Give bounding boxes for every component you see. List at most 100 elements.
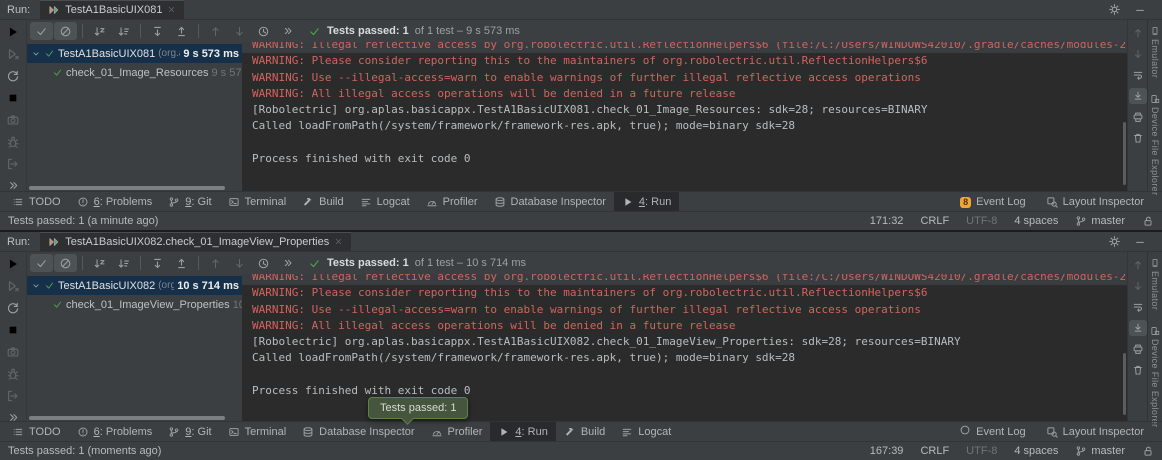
- file-encoding-widget[interactable]: UTF-8: [966, 445, 997, 457]
- console[interactable]: WARNING: Illegal reflective access by or…: [242, 42, 1127, 191]
- console-vertical-scrollbar[interactable]: [1123, 122, 1126, 185]
- sort-alphabetically-button[interactable]: [88, 254, 111, 272]
- rerun-failed-tests-button[interactable]: [6, 279, 20, 293]
- tool-window-tab-build[interactable]: Build: [556, 422, 613, 441]
- sort-alphabetically-button[interactable]: [88, 22, 111, 40]
- test-history-button[interactable]: [252, 254, 275, 272]
- git-branch-widget[interactable]: master: [1075, 215, 1125, 227]
- tool-window-tab-profiler[interactable]: Profiler: [418, 192, 486, 211]
- attach-debugger-button[interactable]: [6, 135, 20, 149]
- caret-position-widget[interactable]: 167:39: [870, 445, 904, 457]
- event-log-button[interactable]: 8 Event Log: [960, 196, 1026, 208]
- tool-window-tab-database-inspector[interactable]: Database Inspector: [486, 192, 614, 211]
- unlock-icon[interactable]: [1142, 445, 1154, 457]
- tool-window-tab-todo[interactable]: TODO: [4, 192, 69, 211]
- tool-window-tab-terminal[interactable]: Terminal: [220, 422, 295, 441]
- test-tree-row[interactable]: check_01_Image_Resources9 s 573 ms: [27, 63, 242, 82]
- screenshot-button[interactable]: [6, 113, 20, 127]
- layout-inspector-button[interactable]: Layout Inspector: [1046, 196, 1144, 208]
- prev-message-button[interactable]: [1129, 257, 1147, 273]
- tool-window-tab-todo[interactable]: TODO: [4, 422, 69, 441]
- tool-window-tab-9-git[interactable]: 9: Git: [160, 192, 219, 211]
- tool-window-tab-terminal[interactable]: Terminal: [220, 192, 295, 211]
- tool-window-tab-4-run[interactable]: 4: Run: [614, 192, 679, 211]
- previous-occurrence-button[interactable]: [204, 254, 227, 272]
- run-config-tab[interactable]: TestA1BasicUIX082.check_01_ImageView_Pro…: [40, 232, 351, 251]
- unlock-icon[interactable]: [1142, 215, 1154, 227]
- stripe-tab-emulator[interactable]: Emulator: [1150, 26, 1160, 78]
- scroll-to-end-button[interactable]: [1129, 320, 1147, 336]
- console-vertical-scrollbar[interactable]: [1123, 353, 1126, 415]
- soft-wrap-button[interactable]: [1129, 299, 1147, 315]
- print-button[interactable]: [1129, 341, 1147, 357]
- run-config-tab[interactable]: TestA1BasicUIX081: [40, 0, 184, 19]
- scroll-to-end-button[interactable]: [1129, 88, 1147, 104]
- close-tab-icon[interactable]: [334, 237, 343, 246]
- tool-window-tab-build[interactable]: Build: [294, 192, 351, 211]
- stripe-tab-device-file-explorer[interactable]: Device File Explorer: [1150, 326, 1160, 428]
- show-passed-button[interactable]: [30, 254, 53, 272]
- screenshot-button[interactable]: [6, 345, 20, 359]
- indent-widget[interactable]: 4 spaces: [1014, 445, 1058, 457]
- expand-all-button[interactable]: [146, 254, 169, 272]
- tool-window-tab-logcat[interactable]: Logcat: [613, 422, 679, 441]
- git-branch-widget[interactable]: master: [1075, 445, 1125, 457]
- exit-button[interactable]: [6, 157, 20, 171]
- collapse-all-button[interactable]: [170, 254, 193, 272]
- tool-window-tab-logcat[interactable]: Logcat: [352, 192, 418, 211]
- line-separator-widget[interactable]: CRLF: [920, 445, 949, 457]
- collapse-all-button[interactable]: [170, 22, 193, 40]
- caret-position-widget[interactable]: 171:32: [870, 215, 904, 227]
- next-message-button[interactable]: [1129, 46, 1147, 62]
- line-separator-widget[interactable]: CRLF: [920, 215, 949, 227]
- hide-window-icon[interactable]: [1134, 4, 1146, 16]
- show-passed-button[interactable]: [30, 22, 53, 40]
- stop-button[interactable]: [6, 91, 20, 105]
- clear-console-button[interactable]: [1129, 362, 1147, 378]
- hide-window-icon[interactable]: [1134, 236, 1146, 248]
- stripe-tab-emulator[interactable]: Emulator: [1150, 258, 1160, 310]
- expand-all-button[interactable]: [146, 22, 169, 40]
- toolbar-overflow-button[interactable]: [276, 254, 299, 272]
- layout-inspector-button[interactable]: Layout Inspector: [1046, 426, 1144, 438]
- toggle-auto-test-button[interactable]: [6, 69, 20, 83]
- next-occurrence-button[interactable]: [228, 254, 251, 272]
- tool-window-tab-4-run[interactable]: 4: Run: [490, 422, 555, 441]
- stripe-tab-device-file-explorer[interactable]: Device File Explorer: [1150, 94, 1160, 196]
- test-tree-row[interactable]: TestA1BasicUIX081(org.aplas.basica9 s 57…: [27, 44, 242, 63]
- rerun-failed-tests-button[interactable]: [6, 47, 20, 61]
- sort-by-duration-button[interactable]: [112, 254, 135, 272]
- test-history-button[interactable]: [252, 22, 275, 40]
- print-button[interactable]: [1129, 109, 1147, 125]
- attach-debugger-button[interactable]: [6, 367, 20, 381]
- next-occurrence-button[interactable]: [228, 22, 251, 40]
- indent-widget[interactable]: 4 spaces: [1014, 215, 1058, 227]
- event-log-button[interactable]: Event Log: [959, 424, 1026, 439]
- sort-by-duration-button[interactable]: [112, 22, 135, 40]
- stop-button[interactable]: [6, 323, 20, 337]
- prev-message-button[interactable]: [1129, 25, 1147, 41]
- previous-occurrence-button[interactable]: [204, 22, 227, 40]
- tree-horizontal-scrollbar[interactable]: [29, 186, 225, 190]
- soft-wrap-button[interactable]: [1129, 67, 1147, 83]
- toggle-auto-test-button[interactable]: [6, 301, 20, 315]
- tool-window-tab-database-inspector[interactable]: Database Inspector: [294, 422, 422, 441]
- toolbar-overflow-button[interactable]: [276, 22, 299, 40]
- test-tree-row[interactable]: check_01_ImageView_Properties10 s 714 ms: [27, 295, 242, 314]
- tool-window-tab-9-git[interactable]: 9: Git: [160, 422, 219, 441]
- next-message-button[interactable]: [1129, 278, 1147, 294]
- close-tab-icon[interactable]: [167, 5, 176, 14]
- test-tree-row[interactable]: TestA1BasicUIX082(org.aplas.basica10 s 7…: [27, 276, 242, 295]
- tool-window-tab-profiler[interactable]: Profiler: [423, 422, 491, 441]
- exit-button[interactable]: [6, 389, 20, 403]
- tool-window-tab-6-problems[interactable]: 6: Problems: [69, 422, 161, 441]
- show-ignored-button[interactable]: [54, 254, 77, 272]
- settings-gear-icon[interactable]: [1108, 235, 1121, 248]
- clear-console-button[interactable]: [1129, 130, 1147, 146]
- settings-gear-icon[interactable]: [1108, 3, 1121, 16]
- rerun-button[interactable]: [6, 257, 20, 271]
- tool-window-tab-6-problems[interactable]: 6: Problems: [69, 192, 161, 211]
- show-ignored-button[interactable]: [54, 22, 77, 40]
- rerun-button[interactable]: [6, 25, 20, 39]
- file-encoding-widget[interactable]: UTF-8: [966, 215, 997, 227]
